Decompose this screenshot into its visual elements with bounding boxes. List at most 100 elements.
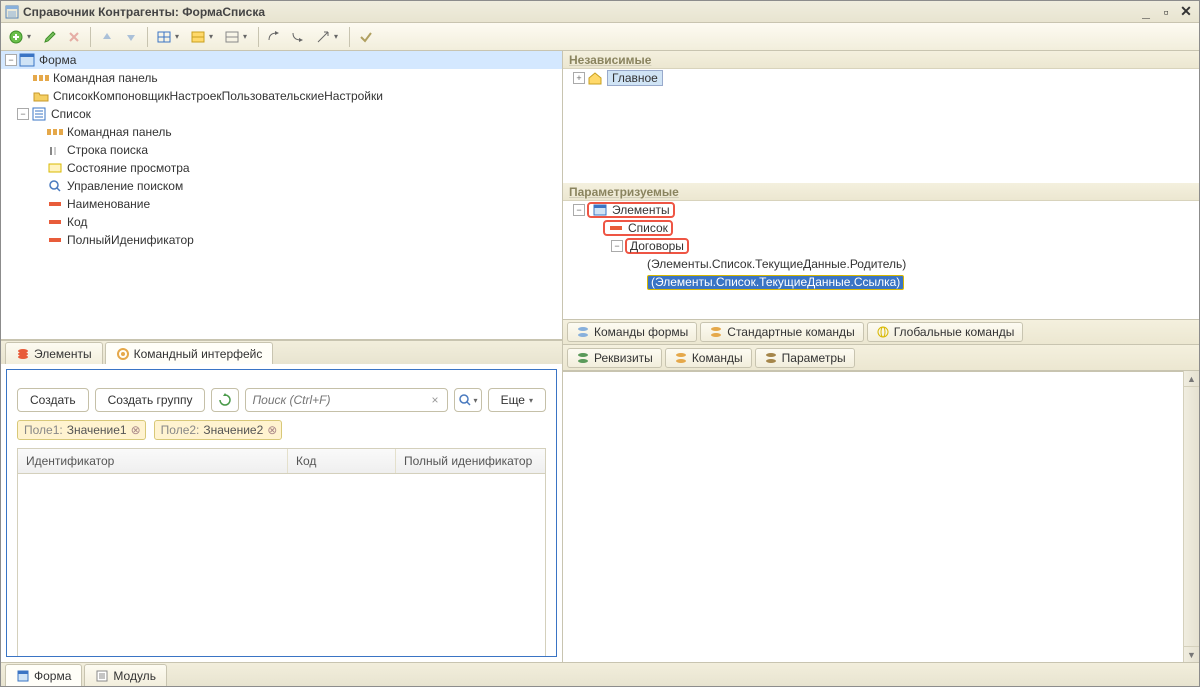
expander-icon[interactable]: − — [17, 108, 29, 120]
table-body[interactable] — [18, 474, 545, 657]
column-header[interactable]: Полный иденификатор — [396, 449, 545, 473]
db-icon — [576, 325, 590, 339]
tree-item[interactable]: Управление поиском — [1, 177, 562, 195]
search-button[interactable]: ▾ — [454, 388, 482, 412]
tab-global-commands[interactable]: Глобальные команды — [867, 322, 1024, 342]
remove-filter-icon[interactable]: ⊗ — [267, 423, 277, 437]
group-header-independent: Независимые — [563, 51, 1199, 69]
filter-chip[interactable]: Поле1: Значение1 ⊗ — [17, 420, 146, 440]
tree-label: Управление поиском — [67, 179, 183, 193]
tab-form-commands[interactable]: Команды формы — [567, 322, 697, 342]
remove-filter-icon[interactable]: ⊗ — [131, 423, 141, 437]
tree-item[interactable]: Список — [563, 219, 1199, 237]
layout1-dropdown[interactable]: ▾ — [209, 32, 219, 41]
tree-root-form[interactable]: − Форма — [1, 51, 562, 69]
close-button[interactable]: ✕ — [1177, 4, 1195, 20]
form-icon — [19, 53, 35, 67]
tab-parameters[interactable]: Параметры — [755, 348, 855, 368]
field-icon — [47, 215, 63, 229]
tab-label: Элементы — [34, 347, 92, 361]
tree-item[interactable]: Строка поиска — [1, 141, 562, 159]
gear-icon — [116, 347, 130, 361]
expander-icon[interactable]: − — [611, 240, 623, 252]
search-input[interactable] — [250, 392, 427, 408]
check-button[interactable] — [355, 26, 377, 48]
edit-button[interactable] — [39, 26, 61, 48]
tree-item[interactable]: Состояние просмотра — [1, 159, 562, 177]
expand-icon[interactable] — [312, 26, 334, 48]
column-header[interactable]: Идентификатор — [18, 449, 288, 473]
move-down-button[interactable] — [120, 26, 142, 48]
form-icon — [16, 669, 30, 683]
tree-item[interactable]: − Элементы — [563, 201, 1199, 219]
filter-chip[interactable]: Поле2: Значение2 ⊗ — [154, 420, 283, 440]
tree-item-main[interactable]: + Главное — [563, 69, 1199, 87]
tree-item[interactable]: СписокКомпоновщикНастроекПользовательски… — [1, 87, 562, 105]
form-icon — [592, 203, 608, 217]
home-icon — [587, 71, 603, 85]
layout2-button[interactable] — [221, 26, 243, 48]
tree-item[interactable]: Командная панель — [1, 123, 562, 141]
preview-table[interactable]: Идентификатор Код Полный иденификатор — [17, 448, 546, 657]
tree-item[interactable]: (Элементы.Список.ТекущиеДанные.Родитель) — [563, 255, 1199, 273]
minimize-button[interactable]: _ — [1137, 4, 1155, 20]
vertical-scrollbar[interactable]: ▲ ▼ — [1183, 371, 1199, 662]
restore-button[interactable]: ▫ — [1157, 4, 1175, 20]
tab-cmd-interface[interactable]: Командный интерфейс — [105, 342, 274, 364]
form-elements-tree[interactable]: − Форма Командная панель СписокКомпоновщ… — [1, 51, 562, 340]
magnifier-icon — [47, 179, 63, 193]
grid-dropdown[interactable]: ▾ — [175, 32, 185, 41]
refresh-button[interactable] — [211, 388, 239, 412]
tree-item[interactable]: ПолныйИденификатор — [1, 231, 562, 249]
create-group-button[interactable]: Создать группу — [95, 388, 206, 412]
cmdbar-icon — [33, 71, 49, 85]
add-dropdown[interactable]: ▾ — [27, 32, 37, 41]
search-input-wrapper[interactable]: × — [245, 388, 447, 412]
more-button[interactable]: Еще▾ — [488, 388, 546, 412]
column-header[interactable]: Код — [288, 449, 396, 473]
layout2-dropdown[interactable]: ▾ — [243, 32, 253, 41]
clear-search-icon[interactable]: × — [428, 393, 443, 407]
tree-label: Строка поиска — [67, 143, 148, 157]
add-button[interactable] — [5, 26, 27, 48]
tree-item-selected[interactable]: (Элементы.Список.ТекущиеДанные.Ссылка) — [563, 273, 1199, 291]
link-arrow2-icon[interactable] — [288, 26, 310, 48]
view-state-icon — [47, 161, 63, 175]
tree-item[interactable]: Код — [1, 213, 562, 231]
tab-elements[interactable]: Элементы — [5, 342, 103, 364]
tab-module[interactable]: Модуль — [84, 664, 167, 686]
tree-item[interactable]: − Договоры — [563, 237, 1199, 255]
expander-icon[interactable]: − — [5, 54, 17, 66]
module-icon — [95, 669, 109, 683]
bottom-tabs: Форма Модуль — [1, 662, 1199, 686]
scroll-down-icon[interactable]: ▼ — [1184, 646, 1199, 662]
expander-icon[interactable]: − — [573, 204, 585, 216]
expand-dropdown[interactable]: ▾ — [334, 32, 344, 41]
tree-item[interactable]: Командная панель — [1, 69, 562, 87]
form-preview: Создать Создать группу × ▾ Еще▾ Поле1: — [6, 369, 557, 657]
tree-label: (Элементы.Список.ТекущиеДанные.Родитель) — [647, 257, 906, 271]
expander-icon[interactable]: + — [573, 72, 585, 84]
tree-label: Элементы — [612, 203, 670, 217]
tree-item[interactable]: Наименование — [1, 195, 562, 213]
tab-attributes[interactable]: Реквизиты — [567, 348, 662, 368]
tree-label: Код — [67, 215, 87, 229]
stack-icon — [764, 351, 778, 365]
delete-button[interactable] — [63, 26, 85, 48]
tab-label: Модуль — [113, 669, 156, 683]
command-tabs-row1: Команды формы Стандартные команды Глобал… — [563, 319, 1199, 345]
link-arrow1-icon[interactable] — [264, 26, 286, 48]
tree-node-list[interactable]: − Список — [1, 105, 562, 123]
highlighted-list: Список — [603, 220, 673, 236]
btn-label: Создать группу — [108, 393, 193, 407]
scroll-up-icon[interactable]: ▲ — [1184, 371, 1199, 387]
tab-form[interactable]: Форма — [5, 664, 82, 686]
tab-label: Форма — [34, 669, 71, 683]
tab-label: Глобальные команды — [894, 325, 1015, 339]
tab-std-commands[interactable]: Стандартные команды — [700, 322, 863, 342]
create-button[interactable]: Создать — [17, 388, 89, 412]
layout1-button[interactable] — [187, 26, 209, 48]
move-up-button[interactable] — [96, 26, 118, 48]
grid-button[interactable] — [153, 26, 175, 48]
tab-commands[interactable]: Команды — [665, 348, 752, 368]
